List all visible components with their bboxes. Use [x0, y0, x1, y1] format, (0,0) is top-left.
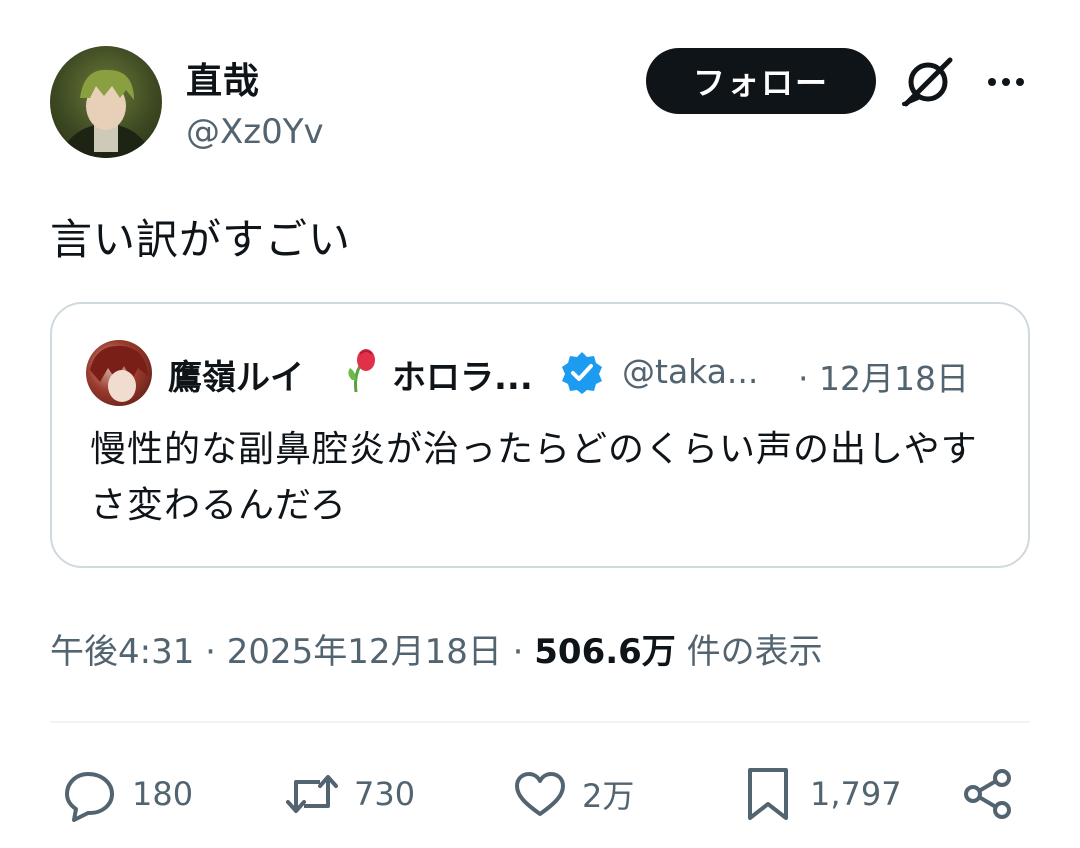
grok-icon[interactable]	[898, 54, 958, 110]
retweet-icon	[286, 775, 338, 813]
reply-icon	[65, 772, 114, 822]
quote-author-avatar[interactable]	[86, 340, 152, 406]
author-avatar[interactable]	[50, 46, 162, 158]
retweet-count: 730	[354, 775, 416, 813]
views-label: 件の表示	[675, 632, 823, 672]
like-count: 2万	[582, 777, 635, 815]
views-count: 506.6万	[534, 632, 676, 672]
verified-icon	[562, 352, 602, 394]
bookmark-button[interactable]: 1,797	[740, 766, 902, 822]
quote-author-name[interactable]: 鷹嶺ルイ	[168, 350, 304, 399]
follow-button[interactable]: フォロー	[646, 48, 876, 114]
quote-author-handle[interactable]: @taka...	[622, 352, 758, 391]
author-display-name[interactable]: 直哉	[186, 52, 260, 104]
more-icon[interactable]	[982, 62, 1030, 102]
quote-date[interactable]: · 12月18日	[798, 352, 969, 400]
retweet-button[interactable]: 730	[284, 766, 415, 822]
like-button[interactable]: 2万	[512, 766, 634, 822]
author-handle[interactable]: @Xz0Yv	[186, 112, 324, 152]
share-button[interactable]	[960, 766, 1016, 822]
rose-icon	[348, 349, 375, 393]
tweet-detail: 直哉 @Xz0Yv フォロー 言い訳がすごい 鷹嶺ルイ ホロラ... @taka…	[0, 0, 1080, 848]
quote-text: 慢性的な副鼻腔炎が治ったらどのくらい声の出しやすさ変わるんだろ	[90, 429, 978, 526]
divider	[50, 721, 1030, 723]
tweet-timestamp[interactable]: 午後4:31 · 2025年12月18日 ·	[50, 632, 534, 672]
like-icon	[515, 772, 565, 816]
reply-count: 180	[132, 775, 194, 813]
tweet-text: 言い訳がすごい	[50, 215, 352, 264]
tweet-meta: 午後4:31 · 2025年12月18日 · 506.6万 件の表示	[50, 624, 823, 673]
bookmark-icon	[748, 768, 788, 820]
bookmark-count: 1,797	[810, 775, 902, 813]
share-icon	[964, 769, 1011, 819]
quote-tweet-card[interactable]: 鷹嶺ルイ ホロラ... @taka... · 12月18日 慢性的な副鼻腔炎が治…	[50, 302, 1030, 568]
quote-author-name-suffix[interactable]: ホロラ...	[392, 350, 533, 399]
reply-button[interactable]: 180	[62, 766, 193, 822]
